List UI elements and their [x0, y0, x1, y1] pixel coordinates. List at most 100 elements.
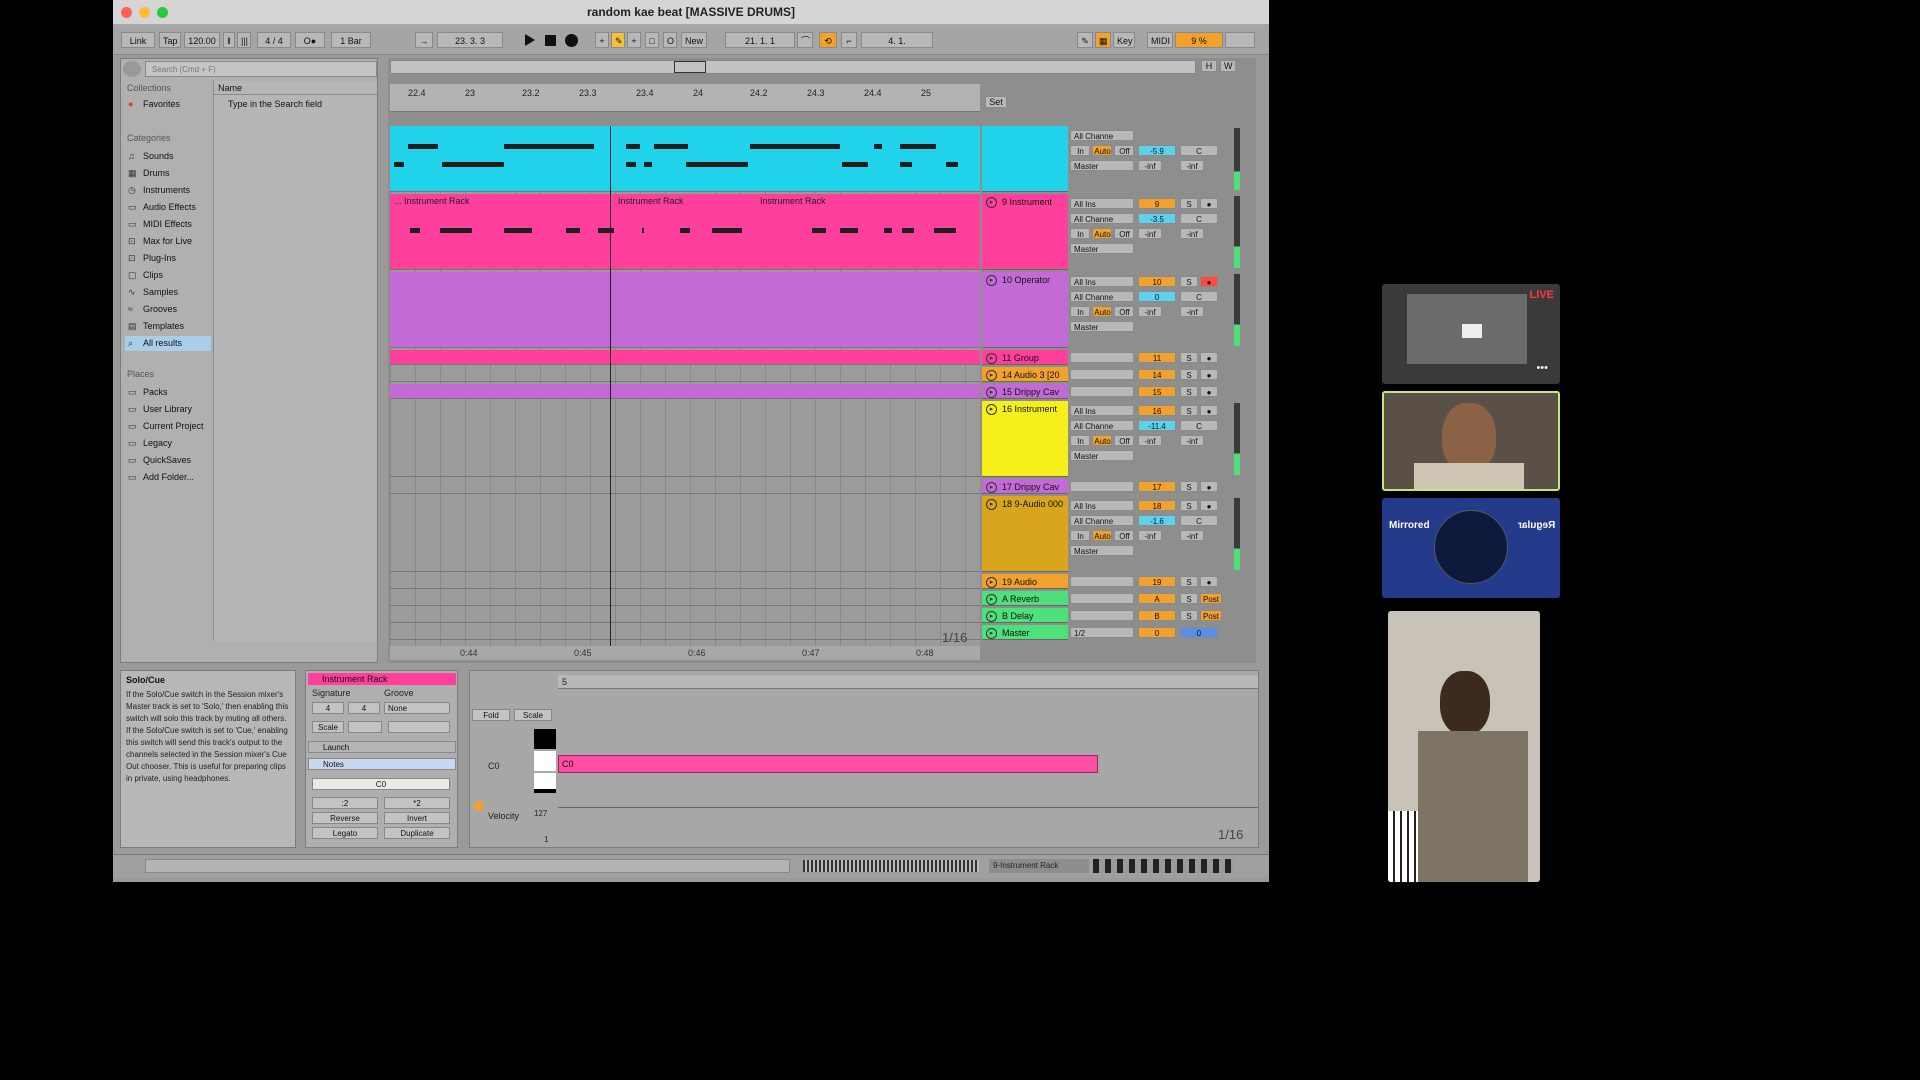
scale-root-menu[interactable]: [348, 721, 382, 733]
monitor-off-button[interactable]: Off: [1114, 228, 1134, 239]
track-activator[interactable]: 14: [1138, 369, 1176, 380]
input-type-menu[interactable]: All Ins: [1070, 405, 1134, 416]
midi-note-block[interactable]: [394, 162, 404, 167]
midi-note-block[interactable]: [680, 228, 690, 233]
loop-start-field[interactable]: 21. 1. 1: [725, 32, 795, 48]
midi-note-block[interactable]: [654, 144, 688, 149]
track-name[interactable]: 10 Operator: [1002, 275, 1050, 285]
browser-toggle-icon[interactable]: [123, 61, 141, 77]
solo-button[interactable]: S: [1180, 369, 1198, 380]
track-name[interactable]: 14 Audio 3 [20: [1002, 370, 1060, 380]
monitor-in-button[interactable]: In: [1070, 530, 1090, 541]
loop-length-field[interactable]: 4. 1.: [861, 32, 933, 48]
editor-ruler[interactable]: 5: [558, 675, 1258, 689]
pre-post-button[interactable]: Post: [1200, 593, 1222, 604]
midi-note-block[interactable]: [442, 162, 504, 167]
track-lane[interactable]: [390, 479, 980, 494]
sidebar-item-audio-effects[interactable]: ▭ Audio Effects: [125, 200, 211, 215]
midi-note-block[interactable]: [946, 162, 958, 167]
live-feed-thumbnail[interactable]: LIVE •••: [1382, 284, 1560, 384]
track-header[interactable]: ▸ 10 Operator: [982, 272, 1068, 348]
track-activator[interactable]: 18: [1138, 500, 1176, 511]
invert-button[interactable]: Invert: [384, 812, 450, 824]
midi-note-block[interactable]: [812, 228, 826, 233]
monitor-off-button[interactable]: Off: [1114, 435, 1134, 446]
midi-note-block[interactable]: [504, 228, 532, 233]
track-header[interactable]: ▸ 15 Drippy Cav: [982, 384, 1068, 399]
arm-button[interactable]: ●: [1200, 405, 1218, 416]
input-type-menu[interactable]: All Ins: [1070, 198, 1134, 209]
midi-note-block[interactable]: [566, 228, 580, 233]
input-channel-menu[interactable]: All Channe: [1070, 291, 1134, 302]
track-lane[interactable]: [390, 591, 980, 606]
track-name[interactable]: 16 Instrument: [1002, 404, 1057, 414]
midi-note-block[interactable]: [626, 144, 640, 149]
track-name[interactable]: A Reverb: [1002, 594, 1039, 604]
arrangement-mini-overview[interactable]: [803, 860, 979, 872]
track-fold-icon[interactable]: ▸: [986, 353, 997, 364]
volume-field[interactable]: -11.4: [1138, 420, 1176, 431]
clip-title[interactable]: Instrument Rack: [760, 196, 826, 206]
volume-field[interactable]: -3.5: [1138, 213, 1176, 224]
nudge-down-button[interactable]: ‖: [223, 32, 235, 48]
track-header[interactable]: ▸ 19 Audio: [982, 574, 1068, 589]
clip-name[interactable]: Instrument Rack: [308, 673, 456, 685]
sidebar-item-current-project[interactable]: ▭ Current Project: [125, 419, 211, 434]
half-length-button[interactable]: :2: [312, 797, 378, 809]
track-header[interactable]: ▸ A Reverb: [982, 591, 1068, 606]
nudge-up-button[interactable]: |||: [237, 32, 251, 48]
midi-note-block[interactable]: [598, 228, 614, 233]
midi-note-block[interactable]: [626, 162, 636, 167]
name-column-header[interactable]: Name: [214, 81, 377, 95]
pan-field[interactable]: C: [1180, 213, 1218, 224]
solo-button[interactable]: S: [1180, 198, 1198, 209]
mirrored-regular-feed[interactable]: Mirrored Regular: [1382, 498, 1560, 598]
midi-note[interactable]: C0: [558, 755, 1098, 773]
midi-note-block[interactable]: [902, 228, 914, 233]
signature-denominator[interactable]: 4: [348, 702, 380, 714]
solo-button[interactable]: S: [1180, 405, 1198, 416]
midi-note-block[interactable]: [410, 228, 420, 233]
pre-post-button[interactable]: Post: [1200, 610, 1222, 621]
midi-note-block[interactable]: [408, 144, 438, 149]
midi-note-block[interactable]: [642, 228, 644, 233]
track-name[interactable]: Master: [1002, 628, 1030, 638]
monitor-off-button[interactable]: Off: [1114, 145, 1134, 156]
signature-numerator[interactable]: 4: [312, 702, 344, 714]
midi-note-block[interactable]: [874, 144, 882, 149]
arm-button[interactable]: ●: [1200, 198, 1218, 209]
midi-note-block[interactable]: [934, 228, 956, 233]
piano-key-black[interactable]: [534, 729, 556, 749]
piano-key-c0[interactable]: [534, 751, 556, 771]
track-lane[interactable]: ... Instrument Rack Instrument Rack Instru…: [390, 194, 980, 270]
track-header[interactable]: ▸ 11 Group: [982, 350, 1068, 365]
output-menu[interactable]: Master: [1070, 450, 1134, 461]
midi-note-block[interactable]: [842, 162, 868, 167]
input-channel-menu[interactable]: All Channe: [1070, 420, 1134, 431]
sidebar-item-drums[interactable]: ▦ Drums: [125, 166, 211, 181]
notes-section[interactable]: Notes: [308, 758, 456, 770]
midi-note-block[interactable]: [884, 228, 892, 233]
sidebar-item-sounds[interactable]: ♫ Sounds: [125, 149, 211, 164]
editor-nav-icon[interactable]: [474, 801, 484, 811]
output-menu[interactable]: Master: [1070, 160, 1134, 171]
monitor-auto-button[interactable]: Auto: [1092, 228, 1112, 239]
monitor-off-button[interactable]: Off: [1114, 306, 1134, 317]
clip-title[interactable]: ... Instrument Rack: [394, 196, 470, 206]
track-fold-icon[interactable]: ▸: [986, 577, 997, 588]
track-header[interactable]: ▸ 17 Drippy Cav: [982, 479, 1068, 494]
sidebar-item-clips[interactable]: ▢ Clips: [125, 268, 211, 283]
sidebar-item-max-for-live[interactable]: ⊡ Max for Live: [125, 234, 211, 249]
solo-button[interactable]: S: [1180, 352, 1198, 363]
midi-map-button[interactable]: MIDI: [1147, 32, 1173, 48]
track-activator[interactable]: B: [1138, 610, 1176, 621]
track-lane[interactable]: [390, 126, 980, 192]
arm-button[interactable]: ●: [1200, 386, 1218, 397]
arm-button[interactable]: ●: [1200, 352, 1218, 363]
midi-note-block[interactable]: [686, 162, 748, 167]
track-activator[interactable]: 11: [1138, 352, 1176, 363]
track-header[interactable]: ▸ 9 Instrument: [982, 194, 1068, 270]
record-button[interactable]: [565, 34, 578, 47]
track-fold-icon[interactable]: ▸: [986, 404, 997, 415]
midi-note-block[interactable]: [644, 162, 652, 167]
